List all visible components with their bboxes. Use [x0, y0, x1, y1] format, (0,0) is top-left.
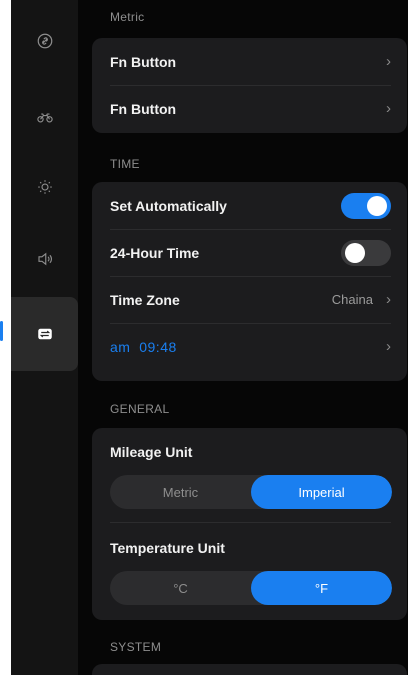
temperature-option-fahrenheit[interactable]: °F: [251, 571, 392, 605]
temperature-unit-segmented: °C °F: [110, 571, 392, 605]
hour24-toggle[interactable]: [341, 239, 391, 266]
chevron-right-icon: ›: [386, 291, 391, 308]
toggle-knob: [345, 242, 365, 263]
sidebar-item-settings[interactable]: [0, 297, 78, 371]
row-label: Fn Button: [110, 53, 177, 70]
mileage-unit-label: Mileage Unit: [110, 444, 193, 460]
section-title-time: TIME: [110, 157, 140, 171]
general-card: Mileage Unit Metric Imperial Temperature…: [92, 428, 407, 620]
set-automatically-row: Set Automatically: [92, 182, 407, 229]
divider: [110, 522, 391, 523]
sidebar-item-link[interactable]: [11, 4, 78, 78]
link-icon: [37, 33, 52, 49]
time-card: Set Automatically 24-Hour Time Time Zone…: [92, 182, 407, 381]
section-title-metric: Metric: [110, 10, 145, 24]
brightness-icon: [37, 180, 52, 194]
mileage-option-metric[interactable]: Metric: [110, 475, 251, 509]
row-label: Fn Button: [110, 100, 177, 117]
sidebar-item-display[interactable]: [11, 150, 78, 224]
temperature-option-celsius[interactable]: °C: [110, 571, 251, 605]
row-label: Time Zone: [110, 291, 180, 308]
chevron-right-icon: ›: [386, 100, 391, 117]
sidebar-item-vehicle[interactable]: [11, 80, 78, 154]
toggle-knob: [367, 195, 387, 216]
sidebar: [0, 0, 78, 675]
time-zone-row[interactable]: Time Zone Chaina ›: [92, 276, 407, 323]
chevron-right-icon: ›: [386, 338, 391, 355]
current-time-text: am 09:48: [110, 338, 177, 355]
row-label: 24-Hour Time: [110, 244, 200, 261]
sidebar-item-sound[interactable]: [11, 222, 78, 296]
row-label: Set Automatically: [110, 197, 227, 214]
mileage-unit-segmented: Metric Imperial: [110, 475, 392, 509]
section-title-system: SYSTEM: [110, 640, 162, 654]
metric-card: Fn Button › Fn Button ›: [92, 38, 407, 133]
settings-toggle-icon: [37, 328, 52, 340]
fn-button-row-1[interactable]: Fn Button ›: [92, 38, 407, 85]
section-title-general: GENERAL: [110, 402, 170, 416]
volume-icon: [37, 252, 52, 266]
settings-content: Metric Fn Button › Fn Button › TIME Set …: [78, 0, 408, 675]
mileage-option-imperial[interactable]: Imperial: [251, 475, 392, 509]
temperature-unit-label: Temperature Unit: [110, 540, 225, 556]
time-zone-value: Chaina: [331, 292, 373, 307]
set-automatically-toggle[interactable]: [341, 192, 391, 219]
hour24-row: 24-Hour Time: [92, 229, 407, 276]
chevron-right-icon: ›: [386, 53, 391, 70]
system-card: [92, 664, 407, 675]
motorcycle-icon: [36, 113, 53, 123]
fn-button-row-2[interactable]: Fn Button ›: [92, 85, 407, 132]
settings-screen: Metric Fn Button › Fn Button › TIME Set …: [0, 0, 408, 675]
current-time-row[interactable]: am 09:48 ›: [92, 323, 407, 370]
